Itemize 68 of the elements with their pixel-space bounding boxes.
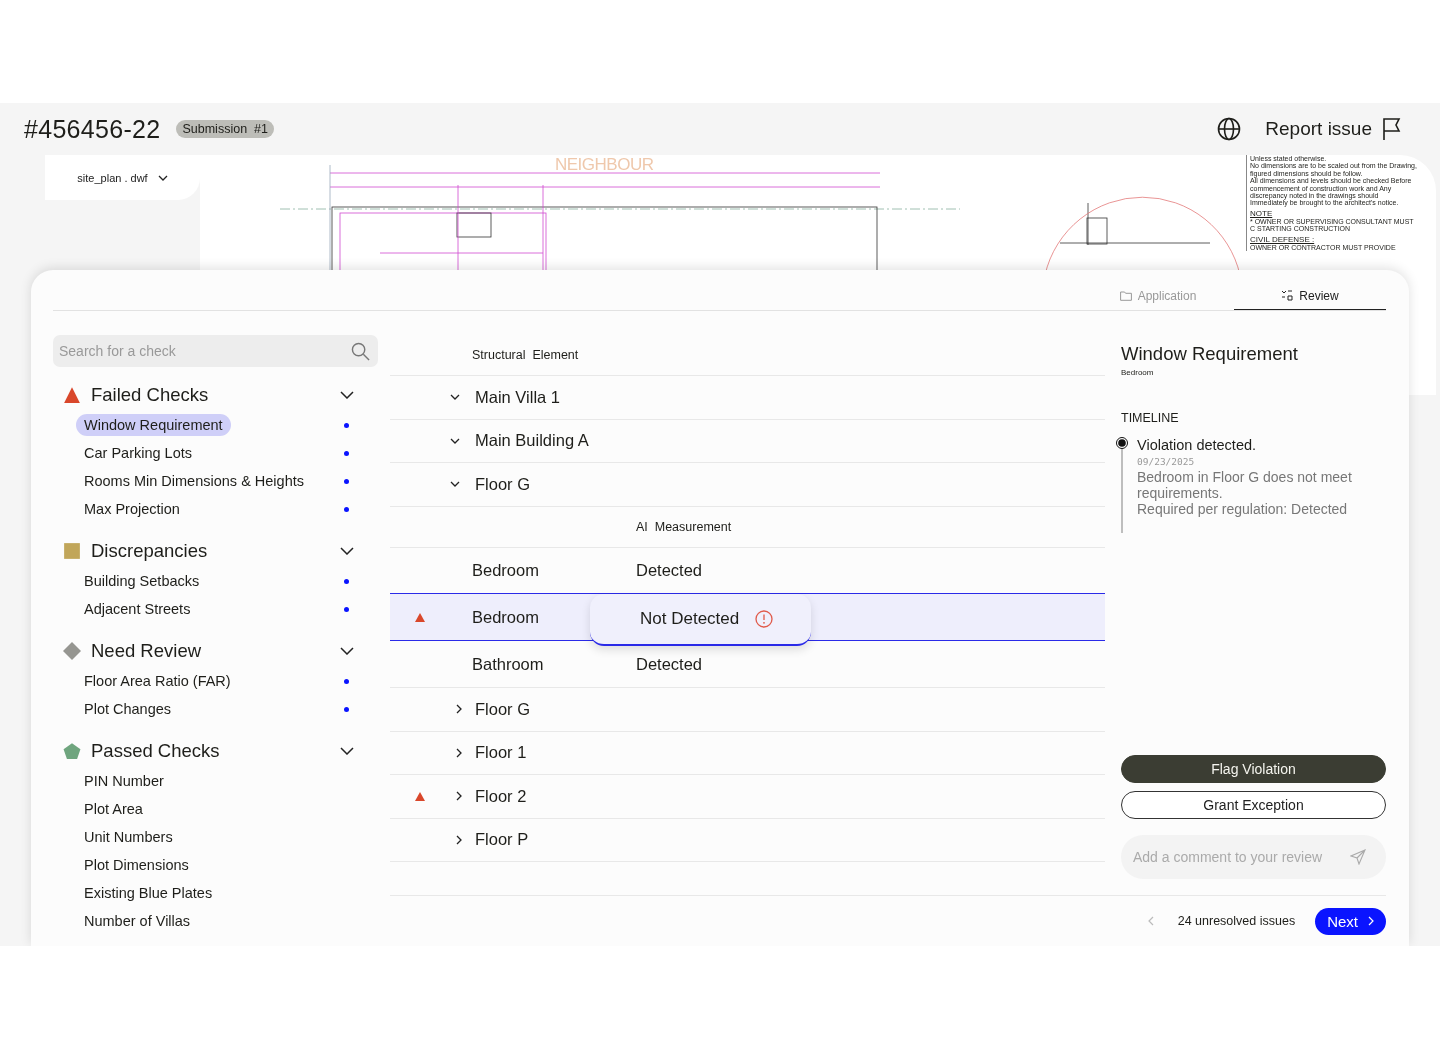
column-heading: Structural Element xyxy=(472,348,579,362)
column-heading: AI Measurement xyxy=(636,519,732,534)
tree-row-label[interactable]: Floor 1 xyxy=(475,743,527,763)
next-button[interactable]: Next xyxy=(1315,907,1386,935)
group-heading: Discrepancies xyxy=(91,540,209,562)
note-heading: NOTE xyxy=(1250,208,1274,218)
table-cell-text: Bedroom xyxy=(471,561,540,580)
check-item[interactable]: Plot Changes xyxy=(76,698,180,720)
check-item[interactable]: Unit Numbers xyxy=(76,826,181,848)
chevron-icon[interactable] xyxy=(450,437,460,444)
table-cell: Detected xyxy=(636,561,703,580)
chevron-icon[interactable] xyxy=(450,394,460,401)
check-item[interactable]: Plot Dimensions xyxy=(76,854,197,876)
timeline-heading: TIMELINE xyxy=(1121,411,1180,425)
check-item[interactable]: Car Parking Lots xyxy=(76,442,200,464)
table-cell-text: Bedroom xyxy=(471,607,540,627)
flag-button[interactable]: Flag Violation xyxy=(1121,755,1386,783)
flag-icon xyxy=(1382,117,1402,141)
check-item[interactable]: PIN Number xyxy=(76,770,172,792)
comment-field[interactable]: Add a comment to your review xyxy=(1121,835,1386,879)
report-issue-button[interactable]: Report issue xyxy=(1265,117,1402,141)
chevron-down-icon xyxy=(157,174,168,181)
tree-row-label[interactable]: Main Villa 1 xyxy=(475,387,560,407)
check-item[interactable]: Rooms Min Dimensions & Heights xyxy=(76,470,312,492)
check-item[interactable]: Max Projection xyxy=(76,498,188,520)
check-item[interactable]: Building Setbacks xyxy=(76,570,208,592)
event-title: Violation detected. xyxy=(1137,437,1258,453)
tree-row-label[interactable]: Floor G xyxy=(475,474,530,494)
search-field[interactable]: Search for a check xyxy=(53,335,378,367)
plan-label: NEIGHBOUR xyxy=(555,155,654,175)
action-button[interactable]: Grant Exception xyxy=(1121,791,1386,819)
check-item[interactable]: Adjacent Streets xyxy=(76,598,199,620)
check-subtitle: Bedroom xyxy=(1121,368,1155,377)
tree-row-label[interactable]: Floor P xyxy=(475,830,529,850)
check-item[interactable]: Floor Area Ratio (FAR) xyxy=(76,670,239,692)
tree-row-label[interactable]: Floor 2 xyxy=(475,786,527,806)
note-heading: CIVIL DEFENSE : xyxy=(1250,234,1316,244)
submission-badge: Submission #1 xyxy=(176,120,274,138)
unresolved-count: 24 unresolved issues xyxy=(1177,914,1296,928)
group-heading: Passed Checks xyxy=(91,740,221,762)
chevron-icon[interactable] xyxy=(340,547,354,555)
table-cell-text: Bathroom xyxy=(471,654,545,674)
tab[interactable]: Review xyxy=(1234,270,1386,310)
check-item[interactable]: Existing Blue Plates xyxy=(76,882,221,904)
chevron-icon[interactable] xyxy=(450,481,460,488)
event-description: Bedroom in Floor G does not meet requirements. xyxy=(1137,469,1353,501)
check-item[interactable]: Window Requirement xyxy=(76,414,231,436)
chevron-icon[interactable] xyxy=(340,391,354,399)
group-heading: Failed Checks xyxy=(91,384,210,406)
check-title: Window Requirement xyxy=(1121,343,1299,365)
folder-icon xyxy=(1119,290,1132,301)
event-date: 09/23/2025 xyxy=(1137,456,1196,467)
check-item[interactable]: Number of Villas xyxy=(76,910,199,932)
check-item[interactable]: Plot Area xyxy=(76,798,151,820)
search-icon xyxy=(351,342,370,361)
review-icon xyxy=(1281,290,1294,301)
alert-icon xyxy=(755,610,774,628)
tree-row-label[interactable]: Main Building A xyxy=(475,431,589,451)
group-heading: Need Review xyxy=(91,640,203,662)
chevron-icon[interactable] xyxy=(340,747,354,755)
chevron-icon[interactable] xyxy=(340,647,354,655)
globe-icon[interactable] xyxy=(1217,117,1242,141)
tree-row-label[interactable]: Floor G xyxy=(475,699,530,719)
event-requirement: Required per regulation: Detected xyxy=(1137,501,1349,517)
chevron-right-icon xyxy=(1368,916,1374,926)
table-cell: Detected xyxy=(636,654,703,674)
case-title: #456456-22 xyxy=(24,114,161,144)
table-cell: Not Detected xyxy=(640,609,740,629)
